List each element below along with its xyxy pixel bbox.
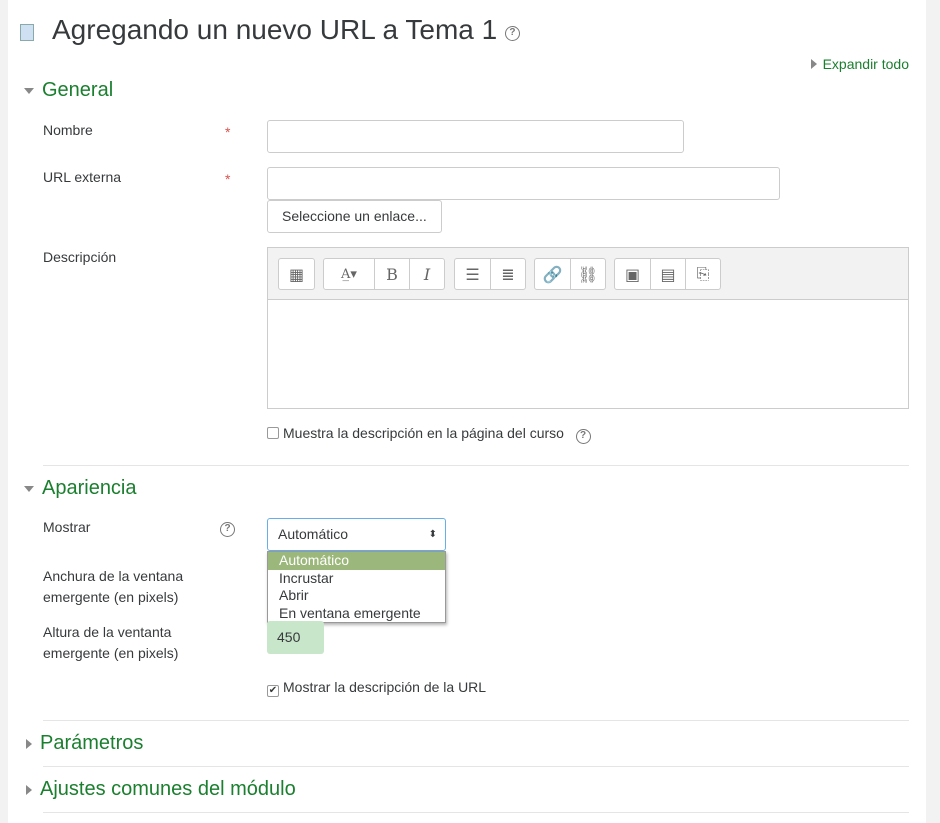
help-icon[interactable]: ?	[575, 429, 591, 444]
font-style-icon[interactable]: A̲▾	[324, 259, 374, 289]
popup-width-label: Anchura de la ventana emergente (en pixel…	[43, 566, 183, 608]
divider	[43, 465, 909, 466]
caret-down-icon	[24, 87, 34, 94]
section-title: Ajustes comunes del módulo	[40, 778, 296, 800]
url-label: URL externa	[43, 169, 122, 185]
section-title: General	[42, 79, 114, 101]
page-title-text: Agregando un nuevo URL a Tema 1	[52, 14, 498, 45]
dropdown-option[interactable]: Incrustar	[268, 570, 445, 588]
unlink-icon[interactable]: ⛓	[570, 259, 605, 289]
select-arrows-icon: ⬍	[428, 529, 437, 540]
italic-icon[interactable]: I	[409, 259, 444, 289]
toolbar-toggle-icon[interactable]: ▦	[279, 259, 314, 289]
choose-link-button[interactable]: Seleccione un enlace...	[267, 200, 442, 233]
numbered-list-icon[interactable]: ≣	[490, 259, 525, 289]
display-select[interactable]: Automático ⬍	[267, 518, 446, 551]
section-general[interactable]: General	[24, 79, 113, 102]
display-label: Mostrar	[43, 519, 91, 535]
name-input[interactable]	[267, 120, 684, 153]
divider	[43, 766, 909, 767]
label-line: Altura de la ventanta	[43, 624, 172, 640]
label-line: emergente (en pixels)	[43, 589, 179, 605]
file-icon[interactable]: ⎘	[685, 259, 720, 289]
caret-right-icon	[26, 738, 32, 749]
link-icon[interactable]: 🔗	[535, 259, 570, 289]
name-label: Nombre	[43, 122, 93, 138]
page-title: Agregando un nuevo URL a Tema 1 ?	[52, 14, 520, 46]
dropdown-option[interactable]: En ventana emergente	[268, 605, 445, 623]
section-parameters[interactable]: Parámetros	[26, 732, 143, 755]
required-icon: *	[225, 124, 231, 140]
show-url-description-checkbox[interactable]: ✔ Mostrar la descripción de la URL	[267, 679, 486, 697]
section-title: Parámetros	[40, 732, 144, 754]
expand-all-link[interactable]: Expandir todo	[810, 56, 909, 72]
caret-down-icon	[24, 485, 34, 492]
popup-height-input[interactable]: 450	[267, 621, 324, 654]
checkbox-checked-icon[interactable]: ✔	[267, 685, 279, 697]
required-icon: *	[225, 171, 231, 187]
divider	[43, 720, 909, 721]
expand-all-label: Expandir todo	[822, 56, 909, 72]
section-appearance[interactable]: Apariencia	[24, 477, 137, 500]
dropdown-option[interactable]: Abrir	[268, 587, 445, 605]
label-line: Anchura de la ventana	[43, 568, 184, 584]
popup-height-label: Altura de la ventanta emergente (en pixel…	[43, 622, 178, 664]
section-common-settings[interactable]: Ajustes comunes del módulo	[26, 778, 296, 801]
editor-toolbar: ▦ A̲▾ B I ☰ ≣ 🔗 ⛓ ▣ ▤ ⎘	[267, 247, 909, 299]
page: Agregando un nuevo URL a Tema 1 ? Expand…	[8, 0, 926, 823]
checkbox-label: Mostrar la descripción de la URL	[283, 679, 487, 695]
dropdown-option[interactable]: Automático	[268, 552, 445, 570]
bullet-list-icon[interactable]: ☰	[455, 259, 490, 289]
url-module-icon	[20, 24, 34, 41]
url-input[interactable]	[267, 167, 780, 200]
label-line: emergente (en pixels)	[43, 645, 179, 661]
help-icon[interactable]: ?	[220, 522, 235, 537]
display-selected-value: Automático	[278, 526, 349, 542]
bold-icon[interactable]: B	[374, 259, 409, 289]
media-icon[interactable]: ▤	[650, 259, 685, 289]
divider	[43, 812, 909, 813]
checkbox-label: Muestra la descripción en la página del …	[283, 425, 564, 441]
caret-right-icon	[810, 59, 817, 69]
section-title: Apariencia	[42, 477, 137, 499]
description-label: Descripción	[43, 249, 117, 265]
caret-right-icon	[26, 784, 32, 795]
description-editor[interactable]	[267, 299, 909, 409]
checkbox-icon[interactable]	[267, 427, 279, 439]
show-description-checkbox[interactable]: Muestra la descripción en la página del …	[267, 425, 591, 444]
image-icon[interactable]: ▣	[615, 259, 650, 289]
help-icon[interactable]: ?	[504, 26, 520, 41]
display-dropdown: Automático Incrustar Abrir En ventana em…	[267, 551, 446, 623]
